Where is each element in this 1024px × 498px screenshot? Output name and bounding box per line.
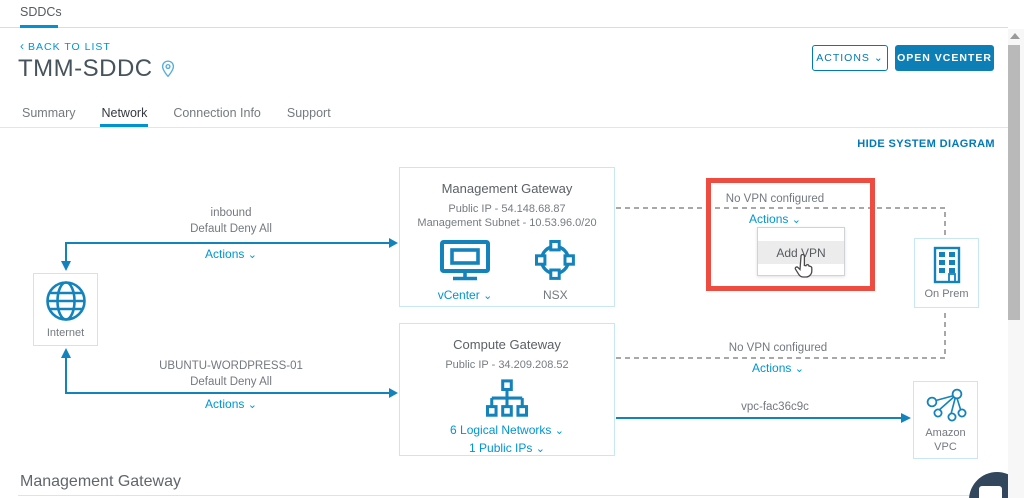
globe-icon xyxy=(44,279,88,323)
tab-summary[interactable]: Summary xyxy=(21,100,76,127)
back-to-list-link[interactable]: ‹BACK TO LIST xyxy=(20,39,111,53)
on-prem-label: On Prem xyxy=(924,287,968,301)
nsx-icon xyxy=(534,239,576,281)
chevron-down-icon: ⌄ xyxy=(483,290,492,302)
chat-icon xyxy=(979,486,1002,498)
internet-label: Internet xyxy=(47,326,84,340)
management-gateway-section-title: Management Gateway xyxy=(20,473,181,491)
open-vcenter-button[interactable]: OPEN VCENTER xyxy=(895,45,994,71)
management-gateway-public-ip: Public IP - 54.148.68.87 xyxy=(448,202,565,216)
management-vpn-status: No VPN configured xyxy=(690,192,860,208)
compute-edge-actions-link[interactable]: Actions ⌄ xyxy=(205,397,257,411)
amazon-vpc-label-line1: Amazon xyxy=(925,426,965,440)
page-tabs: Summary Network Connection Info Support xyxy=(0,100,1008,128)
actions-button[interactable]: ACTIONS ⌄ xyxy=(812,45,888,71)
logical-networks-link[interactable]: 6 Logical Networks ⌄ xyxy=(450,423,564,437)
chevron-down-icon: ⌄ xyxy=(795,363,804,375)
tab-network[interactable]: Network xyxy=(100,100,148,127)
public-ips-link[interactable]: 1 Public IPs ⌄ xyxy=(469,441,545,455)
amazon-vpc-icon xyxy=(925,387,967,423)
compute-edge-label: UBUNTU-WORDPRESS-01 Default Deny All xyxy=(66,359,396,390)
tab-sddcs[interactable]: SDDCs xyxy=(20,5,62,25)
amazon-vpc-label-line2: VPC xyxy=(925,440,965,454)
compute-vpn-actions-link[interactable]: Actions ⌄ xyxy=(752,361,804,375)
nsx-label: NSX xyxy=(543,288,568,302)
tab-connection-info[interactable]: Connection Info xyxy=(172,100,262,127)
tab-sddcs-active-underline xyxy=(20,25,58,28)
chevron-down-icon: ⌄ xyxy=(874,52,884,64)
management-gateway-box: Management Gateway Public IP - 54.148.68… xyxy=(399,167,615,307)
management-edge-actions-link[interactable]: Actions ⌄ xyxy=(205,247,257,261)
building-icon xyxy=(932,246,962,284)
amazon-vpc-node: Amazon VPC xyxy=(913,381,978,459)
management-gateway-subnet: Management Subnet - 10.53.96.0/20 xyxy=(417,216,596,230)
tab-support[interactable]: Support xyxy=(286,100,332,127)
chevron-down-icon: ⌄ xyxy=(248,249,257,261)
compute-gateway-box: Compute Gateway Public IP - 34.209.208.5… xyxy=(399,323,615,456)
hide-system-diagram-link[interactable]: HIDE SYSTEM DIAGRAM xyxy=(857,138,995,150)
chevron-down-icon: ⌄ xyxy=(792,214,801,226)
top-tab-bar: SDDCs xyxy=(0,0,1008,28)
logical-networks-icon xyxy=(483,379,531,419)
page-title: TMM-SDDC xyxy=(18,55,175,83)
management-edge-label: inbound Default Deny All xyxy=(66,206,396,237)
hand-cursor-icon xyxy=(792,254,815,281)
scrollbar-thumb[interactable] xyxy=(1008,45,1020,320)
compute-vpn-status: No VPN configured xyxy=(693,341,863,357)
location-pin-icon xyxy=(161,60,175,78)
page-scrollbar xyxy=(1008,29,1024,498)
chevron-down-icon: ⌄ xyxy=(248,399,257,411)
chevron-down-icon: ⌄ xyxy=(555,425,564,437)
management-gateway-title: Management Gateway xyxy=(442,181,573,196)
compute-gateway-public-ip: Public IP - 34.209.208.52 xyxy=(445,358,568,372)
sddc-network-page: SDDCs ‹BACK TO LIST TMM-SDDC ACTIONS ⌄ O… xyxy=(0,0,1024,498)
compute-gateway-title: Compute Gateway xyxy=(453,337,561,352)
internet-node: Internet xyxy=(33,273,98,346)
vpc-edge-label: vpc-fac36c9c xyxy=(690,400,860,416)
scrollbar-up-arrow[interactable] xyxy=(1010,33,1020,39)
back-chevron-icon: ‹ xyxy=(20,39,25,53)
management-vpn-actions-link[interactable]: Actions ⌄ xyxy=(749,212,801,226)
vcenter-link[interactable]: vCenter ⌄ xyxy=(438,288,493,302)
vcenter-icon xyxy=(439,239,491,281)
on-prem-node: On Prem xyxy=(914,238,979,308)
table-top-border xyxy=(18,495,1008,496)
chevron-down-icon: ⌄ xyxy=(536,443,545,455)
